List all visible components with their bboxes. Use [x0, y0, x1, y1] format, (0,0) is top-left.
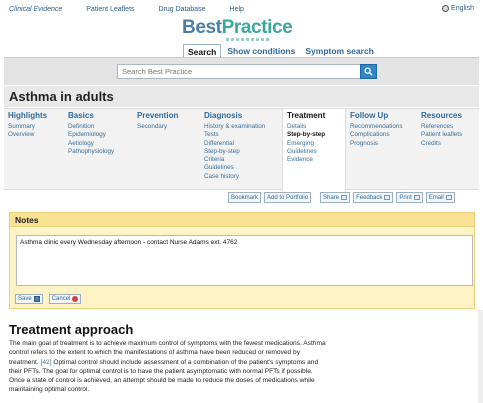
email-icon — [445, 195, 452, 200]
bookmark-label: Bookmark — [231, 194, 259, 201]
menu-item-step-by-step-treatment[interactable]: Step-by-step — [287, 131, 341, 139]
bookmark-button[interactable]: Bookmark — [228, 192, 262, 203]
email-button[interactable]: Email — [425, 192, 455, 203]
menu-basics: Basics Definition Epidemiology Aetiology… — [68, 111, 114, 156]
title-band: Asthma in adults — [4, 86, 479, 107]
section-paragraph: The main goal of treatment is to achieve… — [9, 339, 329, 395]
search-button[interactable] — [360, 64, 377, 79]
share-icon — [341, 195, 348, 200]
menu-follow-up: Follow Up Recommendations Complications … — [350, 111, 403, 148]
logo-dots — [226, 38, 270, 41]
link-patient-leaflets[interactable]: Patient Leaflets — [86, 6, 134, 13]
menu-item-guidelines-diagnosis[interactable]: Guidelines — [204, 164, 265, 172]
menu-item-references[interactable]: References — [421, 123, 462, 131]
print-icon — [413, 195, 420, 200]
menu-item-pathophysiology[interactable]: Pathophysiology — [68, 148, 114, 156]
menu-heading-prevention[interactable]: Prevention — [137, 111, 178, 120]
page-title: Asthma in adults — [9, 89, 114, 104]
menu-heading-treatment[interactable]: Treatment — [287, 111, 341, 120]
email-label: Email — [428, 194, 444, 201]
menu-item-patient-leaflets[interactable]: Patient leaflets — [421, 131, 462, 139]
link-help[interactable]: Help — [230, 6, 244, 13]
menu-item-details[interactable]: Details — [287, 123, 341, 131]
language-selector[interactable]: English — [442, 5, 474, 12]
menu-heading-diagnosis[interactable]: Diagnosis — [204, 111, 265, 120]
menu-item-complications[interactable]: Complications — [350, 131, 403, 139]
menu-heading-follow-up[interactable]: Follow Up — [350, 111, 403, 120]
cancel-label: Cancel — [51, 296, 71, 302]
link-drug-database[interactable]: Drug Database — [158, 6, 205, 13]
section-title: Treatment approach — [9, 322, 134, 337]
menu-item-definition[interactable]: Definition — [68, 123, 114, 131]
menu-item-secondary[interactable]: Secondary — [137, 123, 178, 131]
print-label: Print — [399, 194, 412, 201]
cancel-button[interactable]: Cancel — [48, 294, 82, 304]
print-button[interactable]: Print — [396, 192, 423, 203]
save-label: Save — [18, 296, 32, 302]
cancel-icon — [72, 296, 79, 302]
add-to-portfolio-button[interactable]: Add to Portfolio — [264, 192, 312, 203]
menu-item-aetiology[interactable]: Aetiology — [68, 140, 114, 148]
globe-icon — [442, 5, 450, 12]
menu-item-guidelines-treatment[interactable]: Guidelines — [287, 148, 341, 156]
bestpractice-logo[interactable]: BestPractice — [182, 17, 293, 39]
menu-item-recommendations[interactable]: Recommendations — [350, 123, 403, 131]
feedback-icon — [384, 195, 391, 200]
menu-item-history-examination[interactable]: History & examination — [204, 123, 265, 131]
notes-heading: Notes — [10, 213, 474, 227]
menu-diagnosis: Diagnosis History & examination Tests Di… — [204, 111, 265, 181]
menu-heading-highlights[interactable]: Highlights — [8, 111, 47, 120]
menu-item-summary[interactable]: Summary — [8, 123, 47, 131]
top-links: Clinical Evidence Patient Leaflets Drug … — [9, 6, 266, 13]
menu-item-evidence[interactable]: Evidence — [287, 156, 341, 164]
save-button[interactable]: Save — [15, 294, 43, 304]
notes-actions: Save Cancel — [15, 294, 82, 304]
menu-highlights: Highlights Summary Overview — [8, 111, 47, 140]
menu-item-differential[interactable]: Differential — [204, 140, 265, 148]
page-tools: Bookmark Add to Portfolio Share Feedback… — [228, 192, 455, 203]
menu-treatment: Treatment Details Step-by-step Emerging … — [282, 109, 346, 191]
feedback-label: Feedback — [356, 194, 383, 201]
menu-item-step-by-step-diagnosis[interactable]: Step-by-step — [204, 148, 265, 156]
menu-prevention: Prevention Secondary — [137, 111, 178, 131]
feedback-button[interactable]: Feedback — [353, 192, 394, 203]
search-icon — [364, 67, 373, 76]
share-label: Share — [323, 194, 340, 201]
menu-item-epidemiology[interactable]: Epidemiology — [68, 131, 114, 139]
menu-item-prognosis[interactable]: Prognosis — [350, 140, 403, 148]
share-button[interactable]: Share — [320, 192, 351, 203]
save-icon — [33, 296, 40, 302]
language-label: English — [451, 5, 474, 12]
logo-text-best: Best — [182, 17, 222, 38]
portfolio-label: Add to Portfolio — [267, 194, 309, 201]
paragraph-text-b: Optimal control should include assessmen… — [9, 358, 319, 394]
search-input[interactable] — [117, 64, 361, 79]
menu-heading-resources[interactable]: Resources — [421, 111, 462, 120]
menu-resources: Resources References Patient leaflets Cr… — [421, 111, 462, 148]
scrollbar[interactable] — [478, 310, 483, 403]
menu-item-case-history[interactable]: Case history — [204, 173, 265, 181]
search-bar — [4, 57, 479, 85]
topic-menu: Highlights Summary Overview Basics Defin… — [4, 108, 479, 191]
notes-panel: Notes Asthma clinic every Wednesday afte… — [9, 212, 475, 309]
menu-item-criteria[interactable]: Criteria — [204, 156, 265, 164]
link-clinical-evidence[interactable]: Clinical Evidence — [9, 6, 62, 13]
notes-textarea[interactable]: Asthma clinic every Wednesday afternoon … — [16, 235, 473, 286]
menu-item-tests[interactable]: Tests — [204, 131, 265, 139]
menu-heading-basics[interactable]: Basics — [68, 111, 114, 120]
menu-item-overview[interactable]: Overview — [8, 131, 47, 139]
menu-item-emerging[interactable]: Emerging — [287, 140, 341, 148]
reference-link[interactable]: [42] — [41, 359, 52, 366]
menu-item-credits[interactable]: Credits — [421, 140, 462, 148]
logo-text-practice: Practice — [221, 17, 293, 38]
